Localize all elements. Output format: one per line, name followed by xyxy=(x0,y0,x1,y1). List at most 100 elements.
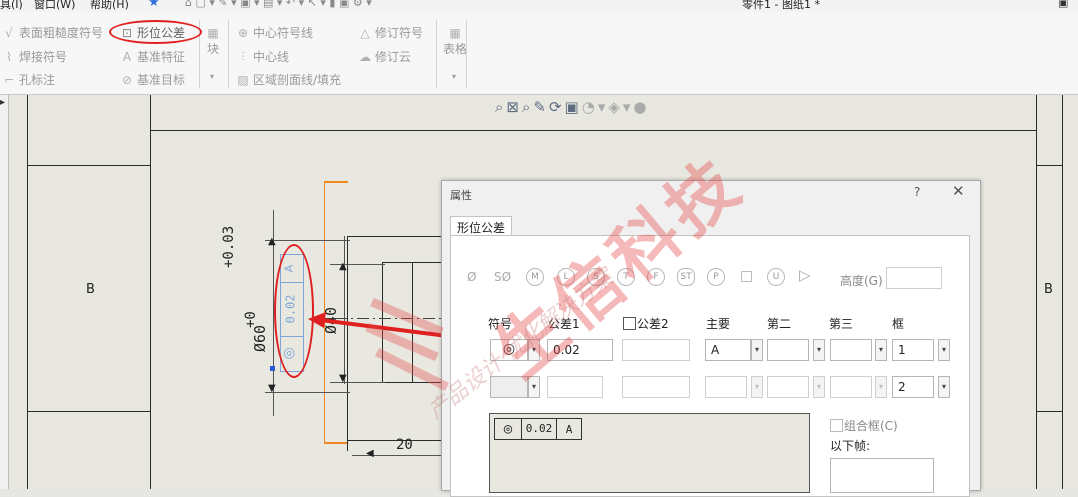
datum-target-label: 基准目标 xyxy=(137,73,186,87)
tertiary-row2-dropdown-icon[interactable]: ▾ xyxy=(875,376,887,398)
surface-finish-icon: √ xyxy=(5,25,13,40)
zoom-area-icon[interactable]: ⊠ xyxy=(506,98,522,116)
frame1-input[interactable]: 1 xyxy=(892,339,934,361)
zone-divider xyxy=(27,411,151,412)
primary-datum-dropdown-icon[interactable]: ▾ xyxy=(751,339,763,361)
sheet-border xyxy=(1036,95,1037,489)
frame-column-label: 框 xyxy=(892,317,905,331)
extension-line xyxy=(265,392,350,393)
primary-row2-input[interactable] xyxy=(705,376,747,398)
table-button[interactable]: ▦ 表格 xyxy=(443,26,467,57)
primary-column-label: 主要 xyxy=(706,317,731,331)
left-panel-edge xyxy=(0,95,9,489)
tolerance-upper: +0.03 xyxy=(221,225,237,268)
frame2-input[interactable]: 2 xyxy=(892,376,934,398)
below-frame-list[interactable] xyxy=(830,458,934,493)
grip-handle[interactable] xyxy=(270,366,275,371)
hole-callout-button[interactable]: ⌐ 孔标注 xyxy=(2,71,55,88)
translation-modifier-icon[interactable]: ▷ xyxy=(799,266,811,284)
gtol-preview: ◎ 0.02 A xyxy=(489,413,810,493)
zoom-fit-icon[interactable]: ⌕ xyxy=(495,98,506,116)
spherical-diameter-modifier-icon[interactable]: SØ xyxy=(494,270,511,284)
dimension-20[interactable]: 20 xyxy=(396,437,413,453)
composite-frame-checkbox[interactable] xyxy=(830,419,843,432)
sheet-border xyxy=(150,95,151,489)
hole-callout-icon: ⌐ xyxy=(3,72,15,87)
block-dropdown-icon[interactable]: ▾ xyxy=(210,72,214,81)
tertiary-datum-dropdown-icon[interactable]: ▾ xyxy=(875,339,887,361)
secondary-row2-input[interactable] xyxy=(767,376,809,398)
secondary-datum-input[interactable] xyxy=(767,339,809,361)
zone-label-right: B xyxy=(1044,282,1053,297)
composite-frame-label: 组合框(C) xyxy=(844,419,898,433)
weld-symbol-button[interactable]: ⌇ 焊接符号 xyxy=(2,48,67,65)
secondary-column-label: 第二 xyxy=(767,317,792,331)
revision-cloud-label: 修订云 xyxy=(375,50,412,64)
preview-value: 0.02 xyxy=(522,419,557,439)
frame1-stepper-icon[interactable]: ▾ xyxy=(938,339,950,361)
preview-datum: A xyxy=(565,422,573,436)
tolerance2-input[interactable] xyxy=(622,339,690,361)
center-mark-button[interactable]: ⊕ 中心符号线 xyxy=(236,24,313,41)
menu-help[interactable]: 帮助(H) xyxy=(90,0,129,12)
sheet-border xyxy=(1062,95,1063,489)
preview-frame: ◎ 0.02 A xyxy=(494,418,582,440)
datum-target-icon: ⊘ xyxy=(121,72,133,87)
datum-feature-button[interactable]: A 基准特征 xyxy=(120,48,185,65)
projected-zone-modifier-icon[interactable]: P xyxy=(707,268,725,286)
tertiary-row2-input[interactable] xyxy=(830,376,872,398)
arrow-down-icon: ▼ xyxy=(339,373,347,384)
menu-tools[interactable]: 具(I) xyxy=(0,0,23,12)
unequal-modifier-icon[interactable]: U xyxy=(767,268,785,286)
secondary-datum-dropdown-icon[interactable]: ▾ xyxy=(813,339,825,361)
diameter-modifier-icon[interactable]: Ø xyxy=(467,270,476,284)
revision-cloud-button[interactable]: ☁ 修订云 xyxy=(358,48,411,65)
table-icon: ▦ xyxy=(449,26,461,40)
tertiary-column-label: 第三 xyxy=(829,317,854,331)
surface-finish-button[interactable]: √ 表面粗糙度符号 xyxy=(2,24,103,41)
view-orient-icon[interactable]: ▣ xyxy=(565,98,582,116)
rotate-icon[interactable]: ⟳ xyxy=(549,98,565,116)
panel-collapse-icon[interactable]: ▸ xyxy=(0,97,5,108)
extension-line xyxy=(265,240,350,241)
tertiary-datum-input[interactable] xyxy=(830,339,872,361)
pen-icon[interactable]: ✎ xyxy=(533,98,549,116)
display-style-icon[interactable]: ◔▾◈▾● xyxy=(582,98,650,116)
home-icon[interactable]: ⌂ ▢ ▾ ✎ ▾ ▣ ▾ ▤ ▾ ↶ ▾ ↖ ▾ ▮ ▣ ⚙ ▾ xyxy=(185,0,372,9)
part-edge xyxy=(347,236,442,237)
help-button[interactable]: ? xyxy=(914,185,920,199)
revision-symbol-button[interactable]: △ 修订符号 xyxy=(358,24,423,41)
view-toolbar[interactable]: ⌕⊠⌕✎⟳▣◔▾◈▾● xyxy=(495,98,650,116)
datum-target-button[interactable]: ⊘ 基准目标 xyxy=(120,71,185,88)
view-boundary xyxy=(324,181,348,183)
block-label: 块 xyxy=(206,42,219,56)
pin-icon[interactable]: ★ xyxy=(148,0,160,10)
diameter-60-dimension[interactable]: Ø60 xyxy=(251,302,269,352)
area-hatch-button[interactable]: ▨ 区域剖面线/填充 xyxy=(236,71,341,88)
centerline-button[interactable]: ⫶ 中心线 xyxy=(236,48,289,65)
window-restore-icon[interactable]: ▣ xyxy=(1058,0,1068,9)
secondary-row2-dropdown-icon[interactable]: ▾ xyxy=(813,376,825,398)
arrow-down-icon: ▼ xyxy=(268,383,276,394)
block-button[interactable]: ▦ 块 xyxy=(206,26,220,57)
tolerance2-row2-input[interactable] xyxy=(622,376,690,398)
table-dropdown-icon[interactable]: ▾ xyxy=(452,72,456,81)
square-modifier-icon[interactable]: □ xyxy=(740,268,753,284)
frame2-stepper-icon[interactable]: ▾ xyxy=(938,376,950,398)
menu-window[interactable]: 窗口(W) xyxy=(34,0,75,12)
tolerance1-row2-input[interactable] xyxy=(547,376,603,398)
zoom-icon[interactable]: ⌕ xyxy=(522,98,533,116)
zone-divider xyxy=(1036,165,1062,166)
surface-finish-label: 表面粗糙度符号 xyxy=(19,26,104,40)
primary-row2-dropdown-icon[interactable]: ▾ xyxy=(751,376,763,398)
arrow-left-icon: ◀ xyxy=(366,448,374,459)
area-hatch-label: 区域剖面线/填充 xyxy=(253,73,342,87)
close-button[interactable]: ✕ xyxy=(952,182,965,200)
height-input[interactable] xyxy=(886,267,942,289)
menu-bar: 具(I) 窗口(W) 帮助(H) ★ ⌂ ▢ ▾ ✎ ▾ ▣ ▾ ▤ ▾ ↶ ▾… xyxy=(0,0,1078,12)
document-title: 零件1 - 图纸1 * xyxy=(742,0,820,11)
highlight-ellipse xyxy=(109,20,202,44)
below-frame-label: 以下帧: xyxy=(830,439,871,453)
revision-symbol-label: 修订符号 xyxy=(375,26,424,40)
primary-datum-input[interactable]: A xyxy=(705,339,751,361)
